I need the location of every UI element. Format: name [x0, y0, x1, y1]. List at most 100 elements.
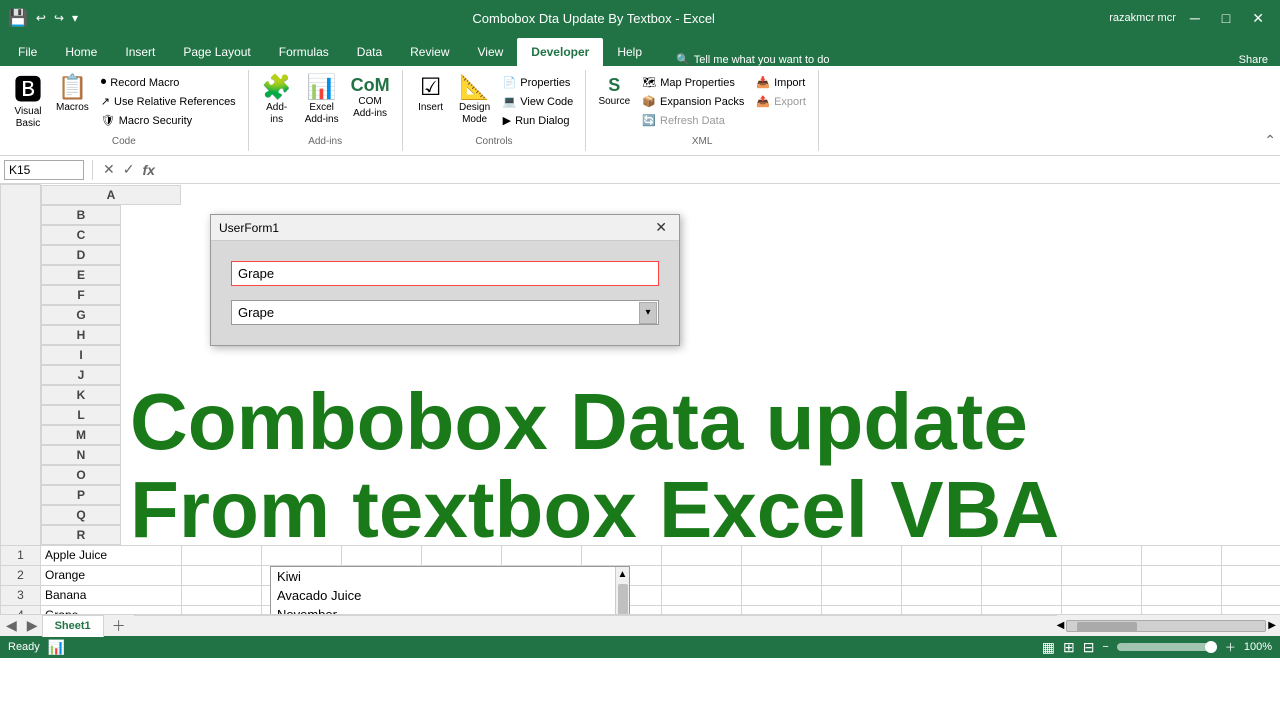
cell-n2[interactable] [1141, 565, 1221, 585]
col-header-e[interactable]: E [41, 265, 121, 285]
scroll-sheets-left[interactable]: ◀ [0, 617, 23, 634]
insert-control-button[interactable]: ☑ Insert [411, 74, 451, 116]
zoom-out-icon[interactable]: − [1102, 641, 1108, 653]
add-ins-button[interactable]: 🧩 Add-ins [257, 74, 297, 128]
col-header-k[interactable]: K [41, 385, 121, 405]
cell-j1[interactable] [821, 545, 901, 565]
view-break-icon[interactable]: ⊟ [1083, 639, 1095, 656]
cell-h2[interactable] [661, 565, 741, 585]
refresh-data-button[interactable]: 🔄 Refresh Data [638, 112, 748, 129]
record-macro-button[interactable]: ⏺ Record Macro [97, 74, 240, 91]
col-header-a[interactable]: A [41, 185, 181, 205]
cell-c1[interactable] [261, 545, 341, 565]
maximize-button[interactable]: □ [1214, 8, 1238, 28]
cell-m4[interactable] [1061, 605, 1141, 614]
zoom-slider[interactable] [1117, 643, 1217, 651]
userform-titlebar[interactable]: UserForm1 ✕ [211, 215, 679, 241]
cell-o4[interactable] [1221, 605, 1280, 614]
cell-i4[interactable] [741, 605, 821, 614]
tab-data[interactable]: Data [343, 38, 396, 66]
cell-b2[interactable] [181, 565, 261, 585]
col-header-d[interactable]: D [41, 245, 121, 265]
visual-basic-button[interactable]: 🅱 VisualBasic [8, 74, 48, 132]
map-properties-button[interactable]: 🗺 Map Properties [638, 74, 748, 91]
col-header-f[interactable]: F [41, 285, 121, 305]
col-header-n[interactable]: N [41, 445, 121, 465]
col-header-r[interactable]: R [41, 525, 121, 545]
cell-f1[interactable] [501, 545, 581, 565]
cell-m2[interactable] [1061, 565, 1141, 585]
hscroll-track[interactable] [1066, 620, 1266, 632]
tab-home[interactable]: Home [51, 38, 111, 66]
source-button[interactable]: S Source [594, 74, 634, 110]
cell-a3[interactable]: Banana [41, 585, 182, 605]
share-button[interactable]: Share [1239, 54, 1268, 66]
cell-b1[interactable] [181, 545, 261, 565]
tab-view[interactable]: View [464, 38, 518, 66]
col-header-g[interactable]: G [41, 305, 121, 325]
cell-o3[interactable] [1221, 585, 1280, 605]
cell-n1[interactable] [1141, 545, 1221, 565]
col-header-m[interactable]: M [41, 425, 121, 445]
combobox-arrow[interactable]: ▾ [639, 302, 657, 324]
confirm-formula-icon[interactable]: ✓ [121, 159, 137, 180]
cancel-formula-icon[interactable]: ✕ [101, 159, 117, 180]
tell-me[interactable]: 🔍 Tell me what you want to do [676, 53, 829, 66]
cell-a1[interactable]: Apple Juice [41, 545, 182, 565]
view-normal-icon[interactable]: ▦ [1042, 639, 1055, 656]
dropdown-item-november[interactable]: November [271, 605, 615, 614]
textbox-input[interactable] [231, 261, 659, 286]
save-icon[interactable]: 💾 [8, 8, 28, 28]
run-dialog-button[interactable]: ▶ Run Dialog [499, 112, 578, 129]
formula-input[interactable] [161, 161, 1276, 179]
properties-button[interactable]: 📄 Properties [499, 74, 578, 91]
tab-file[interactable]: File [4, 38, 51, 66]
insert-function-icon[interactable]: fx [140, 160, 156, 180]
tab-formulas[interactable]: Formulas [265, 38, 343, 66]
cell-j4[interactable] [821, 605, 901, 614]
use-relative-button[interactable]: ↗ Use Relative References [97, 93, 240, 110]
col-header-p[interactable]: P [41, 485, 121, 505]
col-header-q[interactable]: Q [41, 505, 121, 525]
macro-security-button[interactable]: 🛡 Macro Security [97, 112, 240, 129]
cell-e1[interactable] [421, 545, 501, 565]
cell-k2[interactable] [901, 565, 981, 585]
cell-a2[interactable]: Orange [41, 565, 182, 585]
cell-l2[interactable] [981, 565, 1061, 585]
cell-o2[interactable] [1221, 565, 1280, 585]
design-mode-button[interactable]: 📐 DesignMode [455, 74, 495, 128]
combobox-select[interactable]: Apple Juice Orange Banana Grape Carrot S… [231, 300, 659, 325]
col-header-h[interactable]: H [41, 325, 121, 345]
cell-i1[interactable] [741, 545, 821, 565]
export-button[interactable]: 📤 Export [752, 93, 810, 110]
minimize-button[interactable]: ─ [1182, 8, 1208, 28]
redo-icon[interactable]: ↪ [54, 11, 64, 25]
tab-developer[interactable]: Developer [517, 38, 603, 66]
cell-l1[interactable] [981, 545, 1061, 565]
cell-j3[interactable] [821, 585, 901, 605]
cell-l3[interactable] [981, 585, 1061, 605]
col-header-o[interactable]: O [41, 465, 121, 485]
cell-l4[interactable] [981, 605, 1061, 614]
scroll-up-icon[interactable]: ▲ [616, 567, 630, 582]
col-header-c[interactable]: C [41, 225, 121, 245]
name-box[interactable]: K15 [4, 160, 84, 180]
expansion-packs-button[interactable]: 📦 Expansion Packs [638, 93, 748, 110]
cell-n4[interactable] [1141, 605, 1221, 614]
cell-b4[interactable] [181, 605, 261, 614]
sheet-tab-sheet1[interactable]: Sheet1 [42, 615, 104, 637]
com-add-ins-button[interactable]: CoM COMAdd-ins [347, 74, 394, 122]
hscroll-left[interactable]: ◀ [1057, 620, 1065, 631]
col-header-l[interactable]: L [41, 405, 121, 425]
dropdown-item-avacado[interactable]: Avacado Juice [271, 586, 615, 605]
userform-close-button[interactable]: ✕ [651, 219, 671, 236]
cell-m3[interactable] [1061, 585, 1141, 605]
col-header-j[interactable]: J [41, 365, 121, 385]
add-sheet-button[interactable]: ＋ [104, 614, 134, 638]
hscroll-thumb[interactable] [1077, 622, 1137, 632]
cell-j2[interactable] [821, 565, 901, 585]
close-button[interactable]: ✕ [1244, 8, 1272, 29]
cell-o1[interactable] [1221, 545, 1280, 565]
tab-review[interactable]: Review [396, 38, 463, 66]
zoom-in-icon[interactable]: ＋ [1225, 639, 1236, 655]
